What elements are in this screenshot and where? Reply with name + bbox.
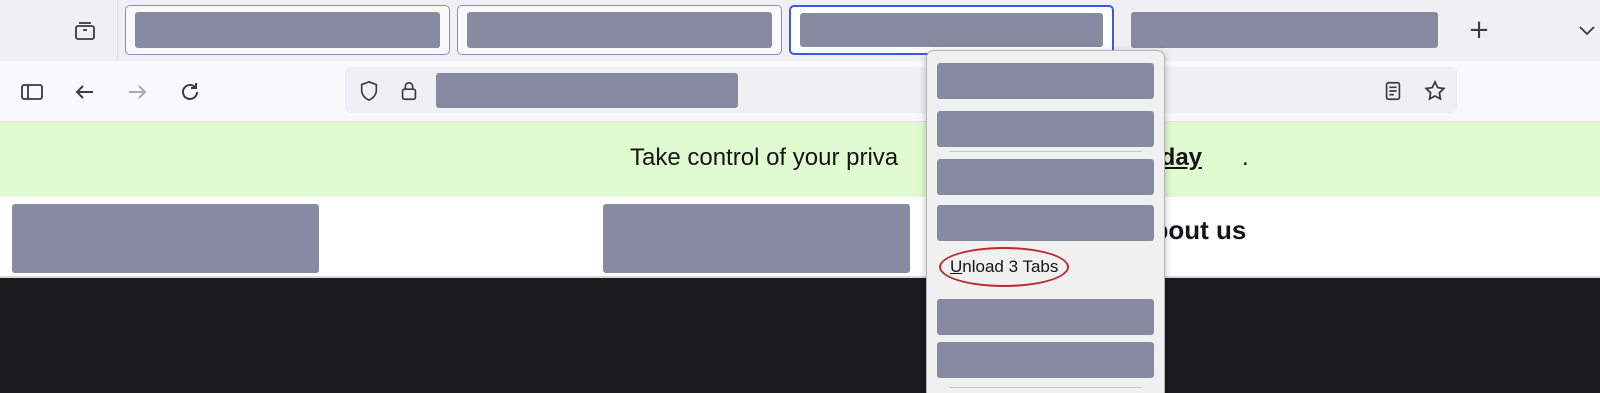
site-identity-button[interactable] [395, 77, 423, 105]
forward-button[interactable] [120, 75, 154, 109]
star-icon [1424, 79, 1446, 101]
reload-button[interactable] [173, 75, 207, 109]
tab-strip-left-area [0, 0, 118, 61]
plus-icon: + [1468, 15, 1490, 45]
unload-tabs-label: Unload 3 Tabs [950, 257, 1059, 276]
firefox-view-button[interactable] [68, 14, 102, 48]
menu-item[interactable] [937, 299, 1154, 335]
tab-strip: + [0, 0, 1600, 61]
menu-separator [949, 387, 1142, 388]
back-button[interactable] [68, 75, 102, 109]
tracking-protection-button[interactable] [355, 77, 383, 105]
menu-item[interactable] [937, 342, 1154, 378]
menu-item[interactable] [937, 159, 1154, 195]
sidebar-icon [21, 84, 43, 100]
menu-separator [949, 151, 1142, 152]
navigation-toolbar [0, 61, 1600, 122]
sidebar-button[interactable] [15, 75, 49, 109]
tab-2[interactable] [457, 5, 782, 55]
tab-1-title [135, 12, 440, 48]
url-bar[interactable] [345, 67, 1457, 113]
tab-1[interactable] [125, 5, 450, 55]
lock-icon [401, 81, 417, 101]
reader-view-icon [1385, 81, 1401, 101]
reload-icon [182, 83, 198, 100]
unload-tabs-menu-item[interactable]: Unload 3 Tabs [937, 247, 1154, 287]
site-logo[interactable] [12, 204, 319, 273]
menu-item[interactable] [937, 111, 1154, 147]
banner-text: Take control of your priva [630, 144, 899, 171]
site-nav-link[interactable] [603, 204, 910, 273]
bookmark-star-button[interactable] [1421, 77, 1449, 105]
reader-view-button[interactable] [1379, 77, 1407, 105]
tab-2-title [467, 12, 772, 48]
banner-suffix: . [1242, 144, 1249, 171]
promo-banner: Take control of your priva today . [0, 122, 1600, 197]
firefox-view-icon [75, 22, 95, 40]
arrow-left-icon [75, 85, 93, 99]
arrow-right-icon [129, 85, 147, 99]
site-header: about us [0, 197, 1600, 278]
list-all-tabs-button[interactable] [1574, 16, 1600, 44]
new-tab-button[interactable]: + [1462, 12, 1496, 48]
menu-item[interactable] [937, 63, 1154, 99]
tab-3-selected[interactable] [789, 5, 1114, 55]
chevron-down-icon [1579, 26, 1595, 36]
shield-icon [360, 80, 378, 102]
menu-item[interactable] [937, 205, 1154, 241]
url-text[interactable] [436, 73, 738, 108]
tab-4[interactable] [1131, 12, 1438, 48]
tab-context-menu: Unload 3 Tabs [926, 50, 1165, 393]
tab-3-title [800, 13, 1103, 47]
